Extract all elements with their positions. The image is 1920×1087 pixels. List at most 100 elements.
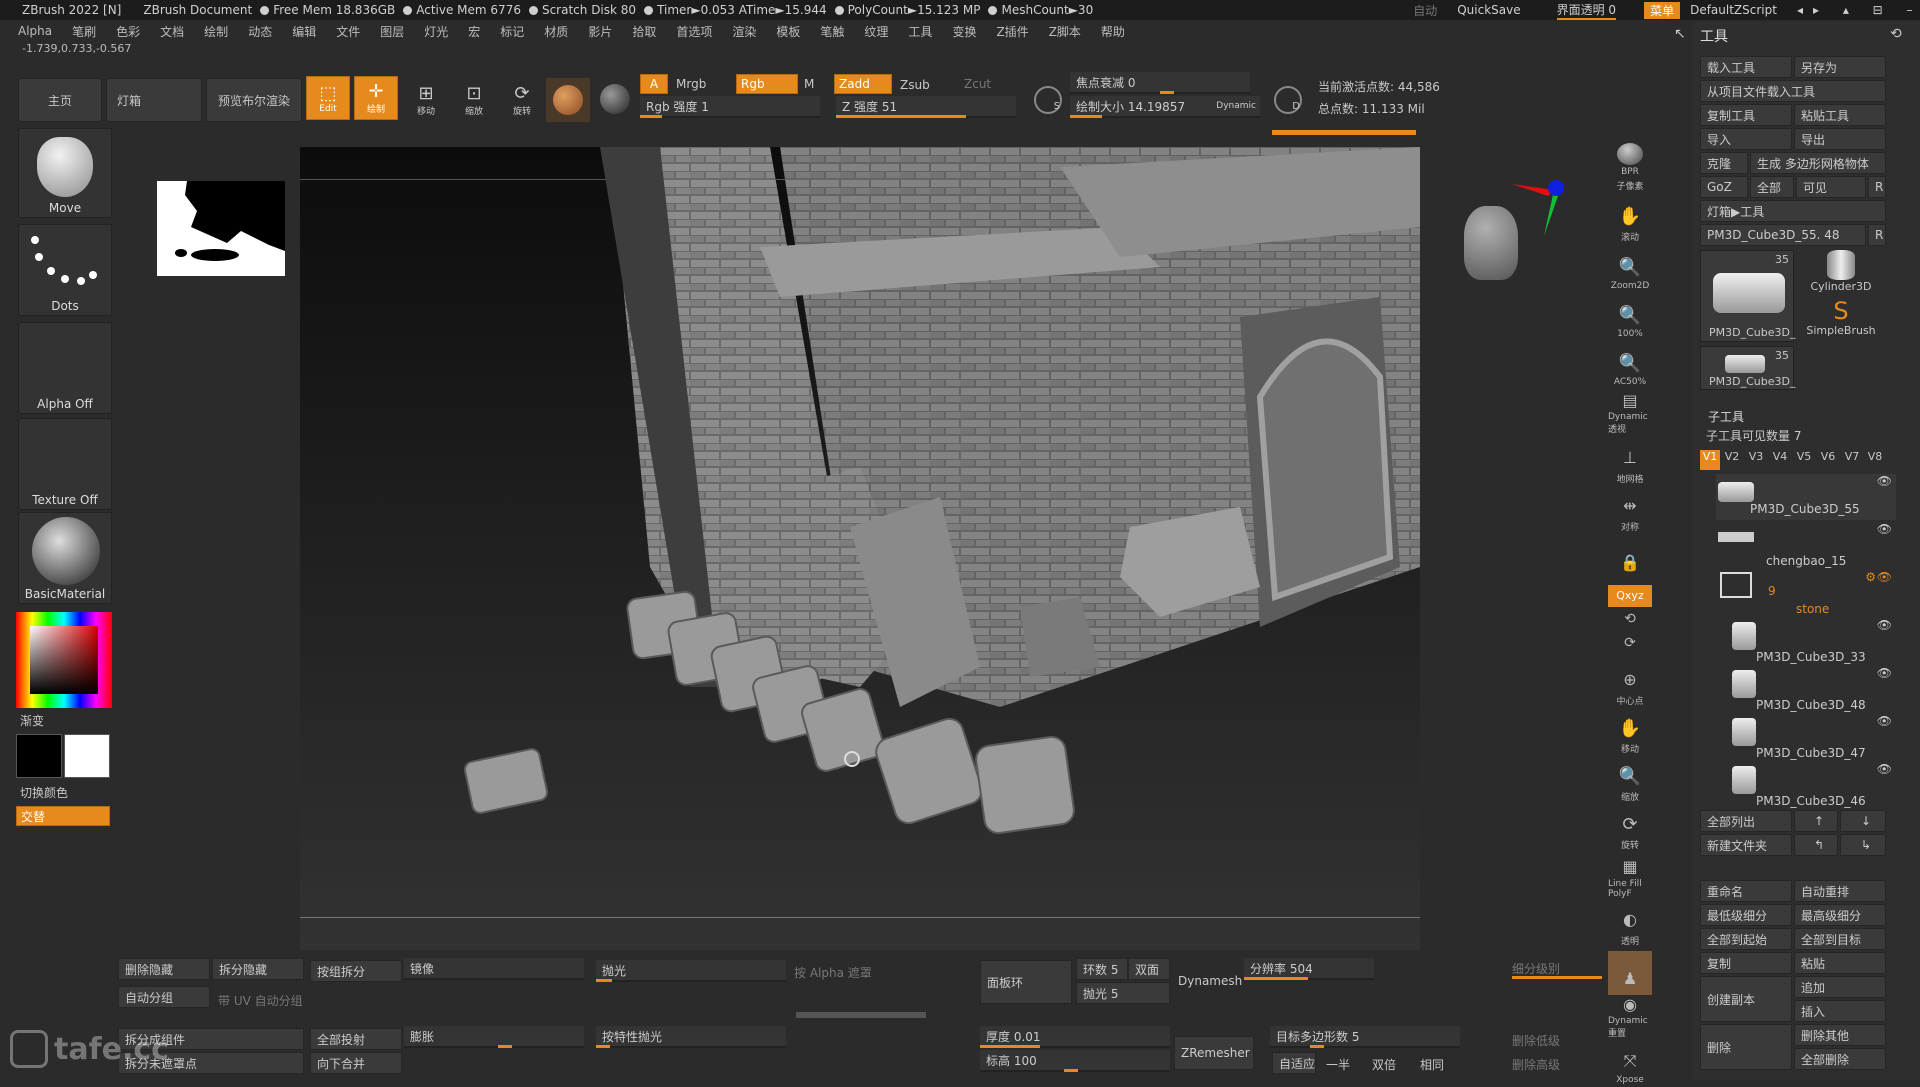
zcut-button[interactable]: Zcut xyxy=(964,77,991,91)
home-button[interactable]: 主页 xyxy=(18,78,102,122)
auto-group-button[interactable]: 自动分组 xyxy=(118,986,210,1008)
target-poly-slider[interactable]: 目标多边形数 5 xyxy=(1270,1026,1460,1048)
subtool-item-7[interactable]: 👁 PM3D_Cube3D_46 xyxy=(1730,762,1896,808)
load-tool-button[interactable]: 载入工具 xyxy=(1700,56,1792,78)
menu-help[interactable]: 帮助 xyxy=(1101,23,1125,40)
same-button[interactable]: 相同 xyxy=(1420,1056,1444,1073)
thickness-slider[interactable]: 厚度 0.01 xyxy=(980,1026,1170,1048)
dynamic-toggle[interactable]: Dynamic xyxy=(1216,101,1256,111)
menu-preferences[interactable]: 首选项 xyxy=(676,23,712,40)
quicksave-button[interactable]: QuickSave xyxy=(1457,3,1520,17)
subtool-item-6[interactable]: 👁 PM3D_Cube3D_47 xyxy=(1730,714,1896,760)
ac50-button[interactable]: 🔍 AC50% xyxy=(1608,345,1652,389)
menu-marker[interactable]: 标记 xyxy=(500,23,524,40)
rotate-button[interactable]: ⟳ 旋转 xyxy=(500,78,544,122)
goz-button[interactable]: GoZ xyxy=(1700,176,1748,198)
menu-brush[interactable]: 笔刷 xyxy=(72,23,96,40)
rgb-button[interactable]: Rgb xyxy=(736,74,798,94)
lightbox-button[interactable]: 灯箱 xyxy=(106,78,202,122)
group-split-button[interactable]: 按组拆分 xyxy=(310,960,402,982)
zoom-100-button[interactable]: 🔍 100% xyxy=(1608,297,1652,341)
menu-macro[interactable]: 宏 xyxy=(468,23,480,40)
a-button[interactable]: A xyxy=(640,74,668,94)
by-alpha-mask[interactable]: 按 Alpha 遮罩 xyxy=(794,964,872,981)
m-button[interactable]: M xyxy=(804,77,814,91)
double-sided-button[interactable]: 双面 xyxy=(1128,958,1170,980)
goz-visible-button[interactable]: 可见 xyxy=(1796,176,1866,198)
arrow-up-icon[interactable]: ↑ xyxy=(1794,810,1838,832)
all-to-target-button[interactable]: 全部到目标 xyxy=(1794,928,1886,950)
paste-tool-button[interactable]: 粘贴工具 xyxy=(1794,104,1886,126)
goz-all-button[interactable]: 全部 xyxy=(1750,176,1794,198)
version-tab-2[interactable]: V2 xyxy=(1720,450,1744,470)
menu-zscript[interactable]: Z脚本 xyxy=(1049,23,1081,40)
menu-dynamics[interactable]: 动态 xyxy=(248,23,272,40)
menu-alpha[interactable]: Alpha xyxy=(18,24,52,38)
menu-layer[interactable]: 图层 xyxy=(380,23,404,40)
gyro-axis-icon[interactable] xyxy=(1508,176,1568,240)
auto-reorder-button[interactable]: 自动重排 xyxy=(1794,880,1886,902)
symmetry-d-icon[interactable]: D xyxy=(1274,86,1302,114)
adaptive-button[interactable]: 自适应 xyxy=(1272,1052,1316,1074)
all-lowest-button[interactable]: 最低级细分 xyxy=(1700,904,1792,926)
rgb-intensity-slider[interactable]: Rgb 强度 1 xyxy=(640,96,820,118)
gear-icon[interactable]: ⚙ xyxy=(1865,570,1876,584)
menu-tool[interactable]: 工具 xyxy=(908,23,932,40)
tool-thumb-cylinder[interactable]: Cylinder3D xyxy=(1796,250,1886,296)
uv-auto-group-button[interactable]: 带 UV 自动分组 xyxy=(218,992,303,1009)
loops-slider[interactable]: 环数 5 xyxy=(1076,958,1128,980)
mrgb-button[interactable]: Mrgb xyxy=(676,77,706,91)
gradient-sphere-icon[interactable] xyxy=(600,84,630,114)
lock-button[interactable]: 🔒 xyxy=(1608,535,1652,579)
preview-bpr-button[interactable]: 预览布尔渲染 xyxy=(206,78,302,122)
move-button[interactable]: ⊞ 移动 xyxy=(404,78,448,122)
subtool-item-4[interactable]: 👁 PM3D_Cube3D_33 xyxy=(1730,618,1896,664)
splitter-icon[interactable] xyxy=(796,1012,926,1018)
default-zscript[interactable]: DefaultZScript xyxy=(1690,3,1777,17)
menu-transform[interactable]: 变换 xyxy=(952,23,976,40)
current-tool-r-button[interactable]: R xyxy=(1868,224,1886,246)
menu-stencil[interactable]: 模板 xyxy=(776,23,800,40)
transparent-button[interactable]: ◐ 透明 xyxy=(1608,905,1652,949)
eye-icon[interactable]: 👁 xyxy=(1877,474,1892,488)
eye-icon[interactable]: 👁 xyxy=(1877,570,1892,584)
delete-hidden-button[interactable]: 删除隐藏 xyxy=(118,958,210,980)
z-intensity-slider[interactable]: Z 强度 51 xyxy=(836,96,1016,118)
subtool-item-1[interactable]: 👁 PM3D_Cube3D_55 xyxy=(1716,474,1896,520)
brush-thumbnail[interactable]: Move xyxy=(18,128,112,218)
version-tab-6[interactable]: V6 xyxy=(1816,450,1840,470)
all-to-start-button[interactable]: 全部到起始 xyxy=(1700,928,1792,950)
subtool-header[interactable]: 子工具 xyxy=(1708,408,1744,425)
version-tab-8[interactable]: V8 xyxy=(1864,450,1886,470)
secondary-color[interactable] xyxy=(64,734,110,778)
tool-thumb-cube[interactable]: 35 PM3D_Cube3D_ xyxy=(1700,250,1795,342)
save-as-button[interactable]: 另存为 xyxy=(1794,56,1886,78)
menu-zplugin[interactable]: Z插件 xyxy=(996,23,1028,40)
delete-higher-button[interactable]: 删除高级 xyxy=(1512,1056,1560,1073)
export-button[interactable]: 导出 xyxy=(1794,128,1886,150)
perspective-button[interactable]: ▤ Dynamic 透视 xyxy=(1608,391,1652,437)
zsub-button[interactable]: Zsub xyxy=(900,78,930,92)
arrow-down-icon[interactable]: ↓ xyxy=(1840,810,1886,832)
floor-button[interactable]: ⊥ 地网格 xyxy=(1608,443,1652,487)
alternate-button[interactable]: 交替 xyxy=(16,806,110,826)
transparency-slider[interactable]: 界面透明 0 xyxy=(1556,1,1617,20)
gradient-label[interactable]: 渐变 xyxy=(20,712,44,729)
subtool-visible-count[interactable]: 子工具可见数量 7 xyxy=(1700,424,1886,446)
version-tab-5[interactable]: V5 xyxy=(1792,450,1816,470)
menu-texture[interactable]: 纹理 xyxy=(864,23,888,40)
eye-icon[interactable]: 👁 xyxy=(1877,618,1892,632)
menu-color[interactable]: 色彩 xyxy=(116,23,140,40)
menu-document[interactable]: 文档 xyxy=(160,23,184,40)
menu-material[interactable]: 材质 xyxy=(544,23,568,40)
color-square[interactable] xyxy=(30,626,98,694)
dynamic-reset-button[interactable]: ◉ Dynamic 重置 xyxy=(1608,995,1652,1041)
panel-loops-button[interactable]: 面板环 xyxy=(980,960,1072,1004)
switch-color-button[interactable]: 切换颜色 xyxy=(20,784,68,801)
color-picker[interactable] xyxy=(16,612,112,708)
rotate-axis2-icon[interactable]: ⟳ xyxy=(1608,633,1652,655)
draw-size-slider[interactable]: 绘制大小 14.19857 Dynamic xyxy=(1070,96,1260,118)
delete-other-button[interactable]: 删除其他 xyxy=(1794,1024,1886,1046)
tool-thumb-cube2[interactable]: 35 PM3D_Cube3D_ xyxy=(1700,346,1795,390)
viewport-canvas[interactable] xyxy=(300,147,1420,950)
